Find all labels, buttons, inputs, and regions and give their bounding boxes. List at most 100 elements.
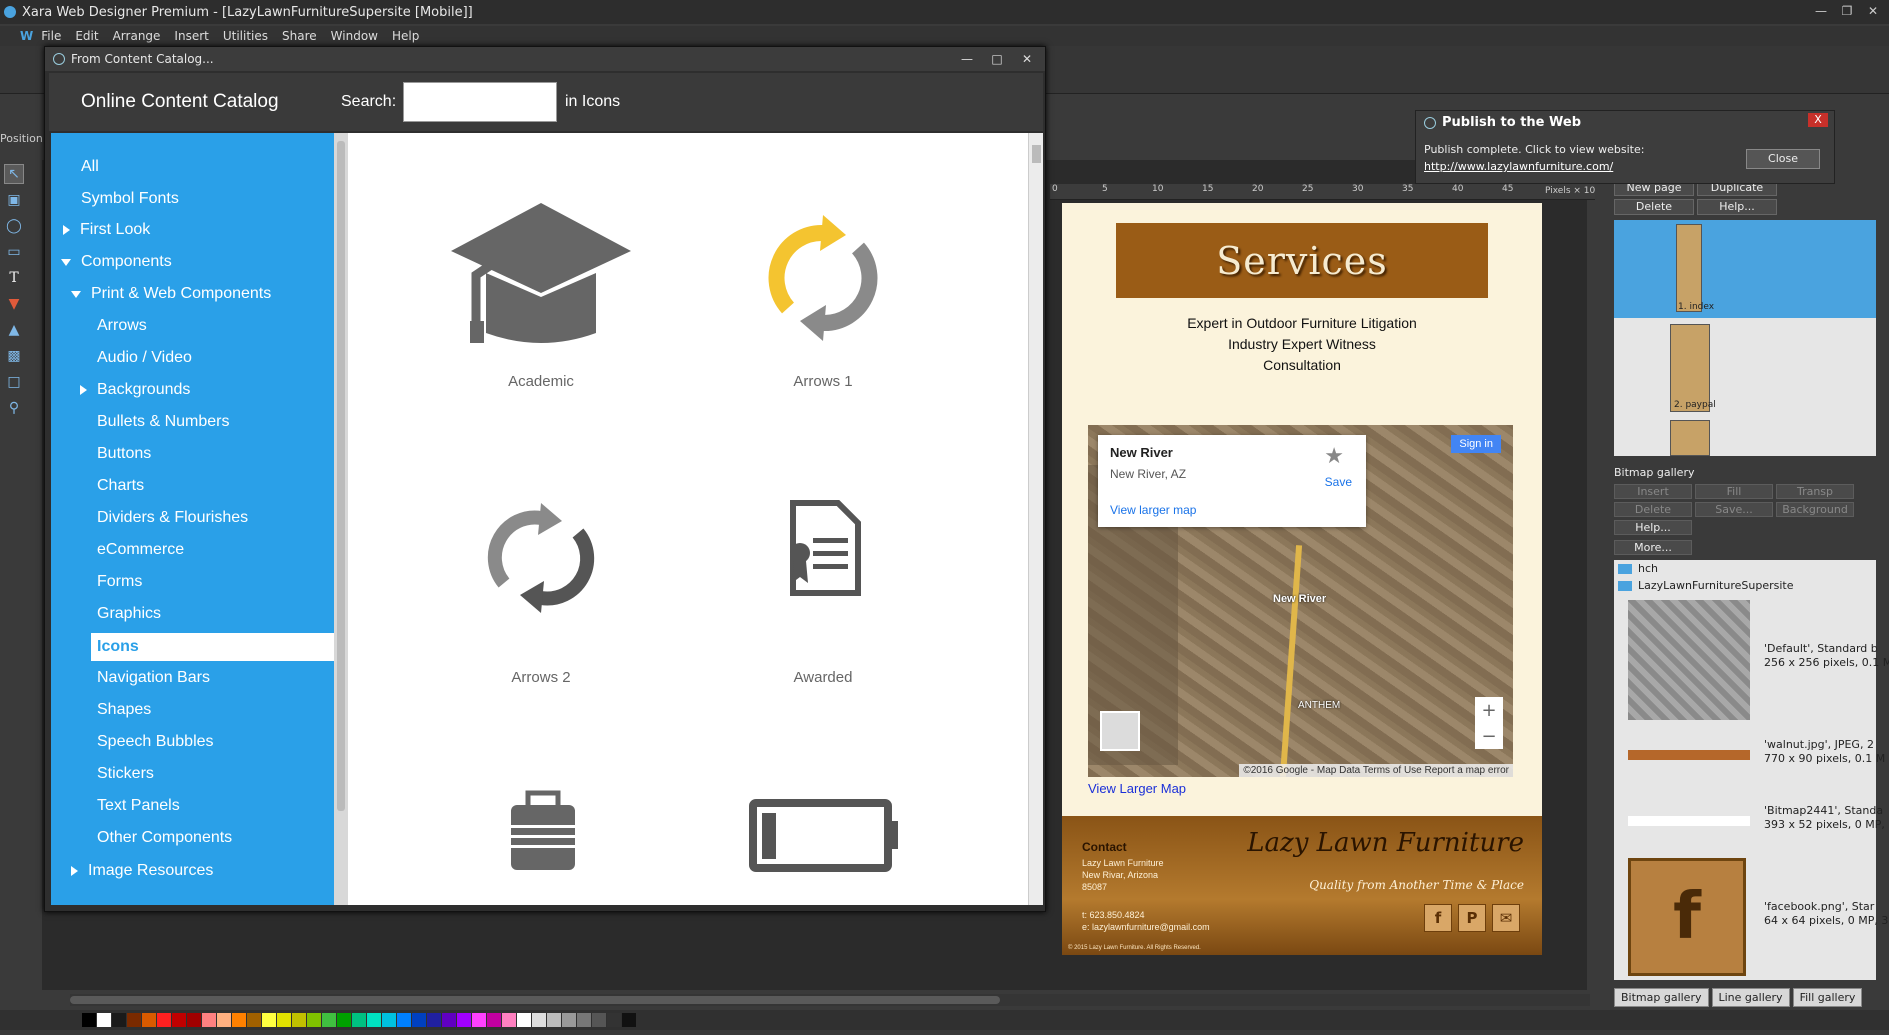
collapse-icon[interactable] [61,258,71,266]
services-banner[interactable]: Services [1116,223,1488,298]
map-satellite-toggle[interactable] [1100,711,1140,751]
gallery-help-button[interactable]: Help... [1614,520,1692,535]
tile-briefcase[interactable] [426,783,656,903]
nav-speech-bubbles[interactable]: Speech Bubbles [97,733,214,751]
nav-audio-video[interactable]: Audio / Video [97,349,192,367]
fill-button[interactable]: Fill [1695,484,1773,499]
scrollbar-thumb[interactable] [337,141,345,811]
rectangle-tool-icon[interactable]: ▭ [4,242,24,262]
menu-app-icon[interactable]: W [20,29,33,43]
horizontal-scrollbar[interactable] [70,994,1590,1006]
nav-bullets-numbers[interactable]: Bullets & Numbers [97,413,230,431]
palette-swatch[interactable] [262,1013,276,1027]
nav-ecommerce[interactable]: eCommerce [97,541,184,559]
palette-swatch[interactable] [307,1013,321,1027]
minimize-icon[interactable]: — [1809,2,1833,20]
background-button[interactable]: Background [1776,502,1854,517]
palette-swatch[interactable] [412,1013,426,1027]
expand-icon[interactable] [80,385,87,395]
palette-swatch[interactable] [487,1013,501,1027]
publish-close-button[interactable]: Close [1746,149,1820,169]
page-thumb-paypal[interactable] [1670,324,1710,412]
expand-icon[interactable] [63,225,70,235]
tab-fill-gallery[interactable]: Fill gallery [1792,988,1863,1007]
nav-backgrounds[interactable]: Backgrounds [80,381,190,399]
website-page[interactable]: Services Expert in Outdoor Furniture Lit… [1062,203,1542,955]
zoom-in-icon[interactable]: + [1481,700,1496,721]
palette-swatch[interactable] [382,1013,396,1027]
menu-utilities[interactable]: Utilities [223,29,268,43]
shape-editor-icon[interactable]: ◯ [4,216,24,236]
map-save-button[interactable]: Save [1325,475,1352,489]
palette-swatch[interactable] [97,1013,111,1027]
restore-icon[interactable]: ❐ [1835,2,1859,20]
palette-swatch[interactable] [577,1013,591,1027]
tile-arrows-1[interactable]: Arrows 1 [708,193,938,393]
tile-academic[interactable]: Academic [426,193,656,393]
menu-insert[interactable]: Insert [174,29,208,43]
facebook-icon[interactable]: f [1424,904,1452,932]
transparency-tool-icon[interactable]: ▲ [4,320,24,340]
close-icon[interactable]: ✕ [1861,2,1885,20]
close-icon[interactable]: X [1808,113,1828,127]
text-tool-icon[interactable]: T [4,268,24,288]
palette-swatch[interactable] [322,1013,336,1027]
palette-swatch[interactable] [442,1013,456,1027]
nav-stickers[interactable]: Stickers [97,765,154,783]
delete-bitmap-button[interactable]: Delete [1614,502,1692,517]
nav-components[interactable]: Components [61,253,172,271]
transp-button[interactable]: Transp [1776,484,1854,499]
nav-image-resources[interactable]: Image Resources [71,862,213,880]
palette-swatch[interactable] [292,1013,306,1027]
menu-window[interactable]: Window [331,29,378,43]
email-icon[interactable]: ✉ [1492,904,1520,932]
photo-tool-icon[interactable]: ▣ [4,190,24,210]
map-larger-link[interactable]: View larger map [1110,503,1196,517]
palette-swatch[interactable] [187,1013,201,1027]
palette-swatch[interactable] [607,1013,621,1027]
folder-item[interactable]: LazyLawnFurnitureSupersite [1618,579,1793,592]
nav-arrows[interactable]: Arrows [97,317,147,335]
menu-file[interactable]: File [41,29,61,43]
scrollbar-thumb[interactable] [1032,145,1041,163]
nav-dividers-flourishes[interactable]: Dividers & Flourishes [97,509,248,527]
palette-swatch[interactable] [517,1013,531,1027]
menu-share[interactable]: Share [282,29,317,43]
google-map[interactable]: New River New River, AZ View larger map … [1088,425,1513,777]
website-link[interactable]: http://www.lazylawnfurniture.com/ [1424,160,1613,173]
maximize-icon[interactable]: □ [983,50,1011,68]
nav-icons[interactable]: Icons [91,633,334,661]
services-list[interactable]: Expert in Outdoor Furniture Litigation I… [1116,313,1488,376]
palette-swatch[interactable] [547,1013,561,1027]
menu-edit[interactable]: Edit [75,29,98,43]
palette-swatch[interactable] [172,1013,186,1027]
page-thumb-index[interactable] [1676,224,1702,312]
palette-swatch[interactable] [277,1013,291,1027]
palette-swatch[interactable] [142,1013,156,1027]
color-palette[interactable] [0,1010,1889,1030]
tile-awarded[interactable]: Awarded [708,483,938,686]
more-button[interactable]: More... [1614,540,1692,555]
shadow-tool-icon[interactable]: ▩ [4,346,24,366]
minimize-icon[interactable]: — [953,50,981,68]
palette-swatch[interactable] [202,1013,216,1027]
star-icon[interactable]: ★ [1324,443,1344,469]
page-thumb-next[interactable] [1670,420,1710,456]
sidebar-scrollbar[interactable] [334,133,348,905]
zoom-tool-icon[interactable]: ⚲ [4,398,24,418]
palette-swatch[interactable] [157,1013,171,1027]
view-larger-map-link[interactable]: View Larger Map [1088,781,1186,796]
palette-swatch[interactable] [622,1013,636,1027]
menu-help[interactable]: Help [392,29,419,43]
palette-swatch[interactable] [427,1013,441,1027]
insert-button[interactable]: Insert [1614,484,1692,499]
palette-swatch[interactable] [337,1013,351,1027]
palette-swatch[interactable] [112,1013,126,1027]
palette-swatch[interactable] [457,1013,471,1027]
palette-swatch[interactable] [82,1013,96,1027]
facebook-icon[interactable]: f [1628,858,1746,976]
palette-swatch[interactable] [502,1013,516,1027]
palette-swatch[interactable] [217,1013,231,1027]
nav-first-look[interactable]: First Look [63,221,150,239]
palette-swatch[interactable] [562,1013,576,1027]
